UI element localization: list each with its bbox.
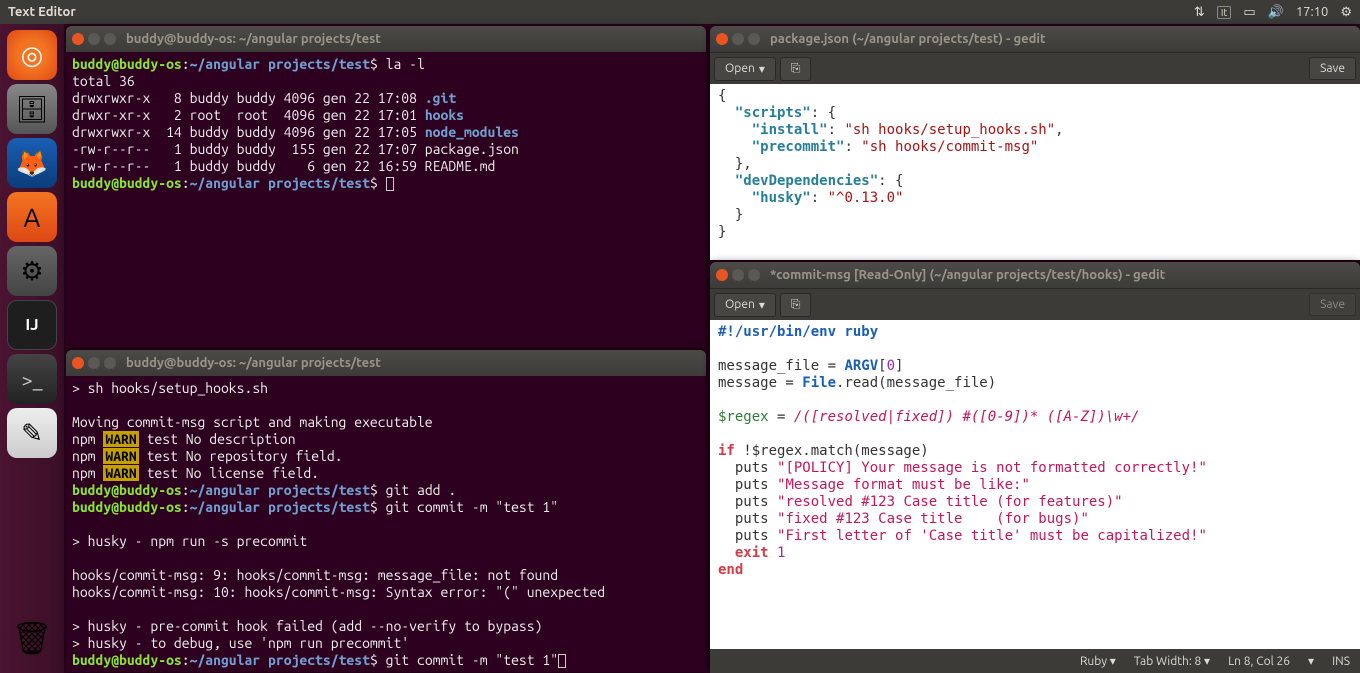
editor-content[interactable]: #!/usr/bin/env ruby message_file = ARGV[…	[710, 320, 1360, 649]
window-titlebar[interactable]: package.json (~/angular projects/test) -…	[710, 26, 1360, 52]
editor-content[interactable]: { "scripts": { "install": "sh hooks/setu…	[710, 84, 1360, 260]
gedit-window-commit-msg: *commit-msg [Read-Only] (~/angular proje…	[710, 262, 1360, 673]
status-insert-mode: INS	[1332, 655, 1350, 668]
keyboard-indicator[interactable]: It	[1217, 6, 1232, 19]
maximize-icon[interactable]	[104, 33, 116, 45]
terminal-output[interactable]: > sh hooks/setup_hooks.sh Moving commit-…	[66, 376, 706, 672]
minimize-icon[interactable]	[732, 269, 744, 281]
gedit-toolbar: Open ▾ ⎘ Save	[710, 288, 1360, 320]
gear-icon[interactable]: ⚙	[1340, 5, 1352, 20]
launcher-settings[interactable]: ⚙	[7, 246, 57, 296]
window-title: buddy@buddy-os: ~/angular projects/test	[126, 356, 381, 370]
system-menubar: Text Editor ⇅ It ▭ 🔊 17:10 ⚙	[0, 0, 1360, 24]
maximize-icon[interactable]	[748, 269, 760, 281]
status-language[interactable]: Ruby ▾	[1080, 654, 1116, 668]
open-button[interactable]: Open ▾	[714, 57, 776, 81]
new-tab-button[interactable]: ⎘	[780, 57, 812, 81]
minimize-icon[interactable]	[88, 33, 100, 45]
gedit-statusbar: Ruby ▾ Tab Width: 8 ▾ Ln 8, Col 26 ▾ INS	[710, 649, 1360, 673]
minimize-icon[interactable]	[88, 357, 100, 369]
launcher-firefox[interactable]: 🦊	[7, 138, 57, 188]
launcher-intellij[interactable]: IJ	[7, 300, 57, 350]
terminal-output[interactable]: buddy@buddy-os:~/angular projects/test$ …	[66, 52, 706, 348]
maximize-icon[interactable]	[104, 357, 116, 369]
window-titlebar[interactable]: buddy@buddy-os: ~/angular projects/test	[66, 26, 706, 52]
gedit-toolbar: Open ▾ ⎘ Save	[710, 52, 1360, 84]
new-tab-button[interactable]: ⎘	[780, 293, 812, 317]
terminal-window-1: buddy@buddy-os: ~/angular projects/test …	[66, 26, 706, 348]
minimize-icon[interactable]	[732, 33, 744, 45]
status-tab-width[interactable]: Tab Width: 8 ▾	[1134, 654, 1210, 668]
window-title: package.json (~/angular projects/test) -…	[770, 32, 1046, 46]
launcher: ◎ 🗄 🦊 A ⚙ IJ >_ ✎ 🗑	[0, 24, 64, 673]
launcher-terminal[interactable]: >_	[7, 354, 57, 404]
save-button[interactable]: Save	[1309, 57, 1356, 80]
gedit-window-package: package.json (~/angular projects/test) -…	[710, 26, 1360, 260]
system-indicators: ⇅ It ▭ 🔊 17:10 ⚙	[1194, 5, 1352, 20]
status-cursor-pos: Ln 8, Col 26	[1228, 655, 1290, 668]
close-icon[interactable]	[72, 33, 84, 45]
status-dropdown[interactable]: ▾	[1308, 654, 1314, 668]
battery-icon[interactable]: ▭	[1243, 5, 1255, 20]
network-icon[interactable]: ⇅	[1194, 5, 1205, 20]
maximize-icon[interactable]	[748, 33, 760, 45]
launcher-dash[interactable]: ◎	[7, 30, 57, 80]
chevron-down-icon: ▾	[759, 298, 765, 312]
menubar-title: Text Editor	[8, 5, 1194, 19]
launcher-trash[interactable]: 🗑	[7, 613, 57, 663]
window-title: *commit-msg [Read-Only] (~/angular proje…	[770, 268, 1165, 282]
window-title: buddy@buddy-os: ~/angular projects/test	[126, 32, 381, 46]
terminal-window-2: buddy@buddy-os: ~/angular projects/test …	[66, 350, 706, 672]
sound-icon[interactable]: 🔊	[1268, 5, 1284, 20]
close-icon[interactable]	[716, 269, 728, 281]
chevron-down-icon: ▾	[759, 62, 765, 76]
launcher-files[interactable]: 🗄	[7, 84, 57, 134]
launcher-software[interactable]: A	[7, 192, 57, 242]
launcher-text-editor[interactable]: ✎	[7, 408, 57, 458]
clock[interactable]: 17:10	[1296, 5, 1329, 19]
window-titlebar[interactable]: buddy@buddy-os: ~/angular projects/test	[66, 350, 706, 376]
window-titlebar[interactable]: *commit-msg [Read-Only] (~/angular proje…	[710, 262, 1360, 288]
close-icon[interactable]	[716, 33, 728, 45]
open-button[interactable]: Open ▾	[714, 293, 776, 317]
close-icon[interactable]	[72, 357, 84, 369]
save-button[interactable]: Save	[1309, 293, 1356, 316]
